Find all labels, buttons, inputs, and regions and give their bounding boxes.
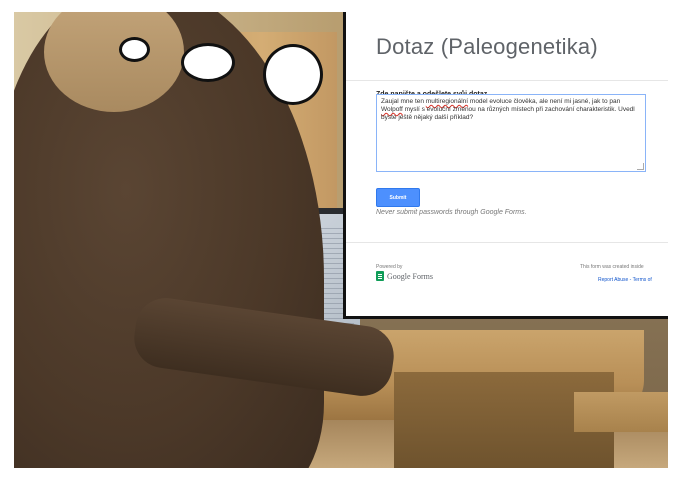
answer-text-part: model evoluce člověka, ale není mi jasné… (468, 98, 621, 105)
answer-text-part: Zaujal mne ten (381, 98, 426, 105)
divider (346, 80, 668, 81)
answer-text-part: Wolpoff (381, 106, 403, 113)
report-abuse-links[interactable]: Report Abuse - Terms of (598, 277, 652, 283)
thought-bubble-large (263, 44, 323, 105)
answer-text-part: myslí s evoluční změnou na různých míste… (381, 106, 635, 121)
created-note: This form was created inside (580, 264, 644, 270)
thought-bubble-small (119, 37, 150, 62)
form-title: Dotaz (Paleogenetika) (376, 34, 598, 59)
password-warning: Never submit passwords through Google Fo… (376, 209, 527, 216)
powered-by-label: Powered by (376, 264, 403, 270)
google-forms-logo-text: Google Forms (387, 271, 433, 281)
answer-text-part: multiregionální (425, 98, 469, 105)
google-forms-logo[interactable]: Google Forms (376, 271, 433, 281)
google-forms-icon (376, 271, 384, 281)
answer-textarea[interactable]: Zaujal mne ten multiregionální model evo… (376, 94, 646, 172)
footer-divider (346, 242, 668, 243)
resize-handle[interactable] (637, 163, 644, 170)
submit-button[interactable]: Submit (376, 188, 420, 207)
google-form-panel: Dotaz (Paleogenetika) Zde napište a odeš… (343, 12, 668, 319)
thought-bubble-medium (181, 43, 235, 82)
bench (574, 392, 668, 432)
